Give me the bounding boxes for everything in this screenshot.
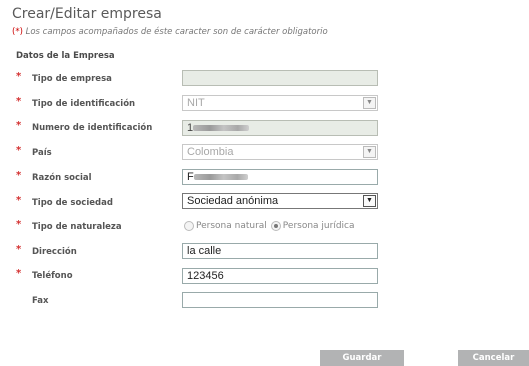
razon-social-input[interactable]: F [182, 169, 378, 185]
section-title: Datos de la Empresa [16, 51, 115, 61]
tipo-sociedad-select[interactable]: Sociedad anónima ▼ [182, 193, 378, 209]
required-note-marker: (*) [12, 27, 23, 37]
required-marker: * [16, 71, 22, 82]
tipo-identificacion-select: NIT ▼ [182, 95, 378, 111]
tipo-naturaleza-label: Tipo de naturaleza [32, 222, 122, 232]
tipo-empresa-field [182, 70, 378, 86]
redacted-text [193, 125, 250, 132]
fax-label: Fax [32, 296, 49, 306]
tipo-naturaleza-radio-group: Persona natural Persona jurídica [184, 221, 355, 231]
direccion-input[interactable]: la calle [182, 243, 378, 259]
required-marker: * [16, 96, 22, 107]
redacted-text [193, 174, 248, 181]
tipo-identificacion-label: Tipo de identificación [32, 99, 136, 109]
pais-label: País [32, 148, 52, 158]
chevron-down-icon: ▼ [363, 146, 376, 158]
required-marker: * [16, 195, 22, 206]
persona-natural-label: Persona natural [196, 221, 267, 231]
tipo-sociedad-value: Sociedad anónima [187, 195, 279, 207]
tipo-sociedad-label: Tipo de sociedad [32, 198, 113, 208]
chevron-down-icon[interactable]: ▼ [363, 195, 376, 207]
chevron-down-icon: ▼ [363, 97, 376, 109]
required-marker: * [16, 145, 22, 156]
pais-select: Colombia ▼ [182, 144, 378, 160]
required-marker: * [16, 244, 22, 255]
save-button[interactable]: Guardar [320, 350, 404, 366]
pais-value: Colombia [187, 146, 234, 158]
tipo-empresa-label: Tipo de empresa [32, 74, 112, 84]
required-note: (*) Los campos acompañados de éste carac… [12, 27, 328, 37]
required-marker: * [16, 170, 22, 181]
radio-persona-juridica[interactable] [270, 221, 281, 231]
numero-identificacion-field: 1 [182, 120, 378, 136]
direccion-label: Dirección [32, 247, 77, 257]
required-marker: * [16, 120, 22, 131]
page-title: Crear/Editar empresa [12, 6, 162, 22]
persona-juridica-label: Persona jurídica [282, 221, 355, 231]
razon-social-value: F [187, 171, 194, 183]
required-marker: * [16, 268, 22, 279]
radio-persona-natural[interactable] [184, 221, 194, 231]
required-marker: * [16, 219, 22, 230]
telefono-input[interactable]: 123456 [182, 268, 378, 284]
telefono-label: Teléfono [32, 271, 73, 281]
tipo-identificacion-value: NIT [187, 97, 205, 109]
cancel-button[interactable]: Cancelar [458, 350, 529, 366]
fax-input[interactable] [182, 292, 378, 308]
required-note-text: Los campos acompañados de éste caracter … [22, 27, 328, 37]
numero-identificacion-label: Numero de identificación [32, 123, 153, 133]
razon-social-label: Razón social [32, 173, 92, 183]
